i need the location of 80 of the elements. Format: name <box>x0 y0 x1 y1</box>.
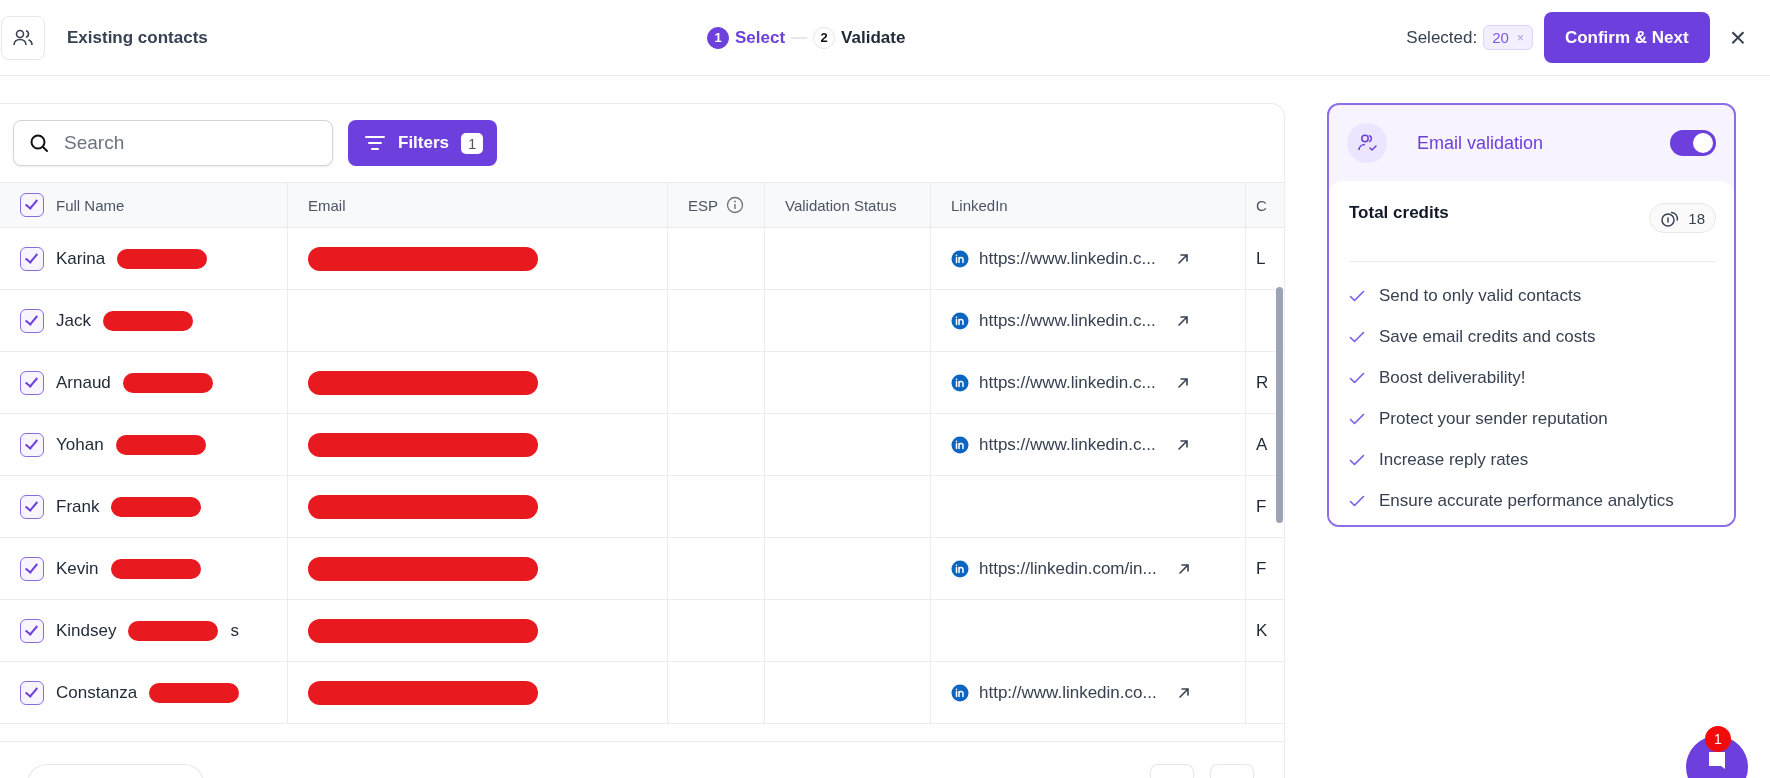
search-icon <box>29 133 49 153</box>
column-header: Validation Status <box>785 196 897 214</box>
linkedin-icon <box>951 373 969 392</box>
benefit-text: Increase reply rates <box>1379 450 1529 470</box>
step-tab[interactable]: 2 Validate <box>813 26 906 49</box>
check-icon <box>1349 412 1365 426</box>
check-icon <box>1349 330 1365 344</box>
table-cell: R <box>1256 372 1269 393</box>
benefit-text: Protect your sender reputation <box>1379 409 1608 429</box>
checkbox[interactable] <box>20 308 44 333</box>
linkedin-icon <box>951 249 969 268</box>
users-icon <box>1 15 45 60</box>
linkedin-icon <box>951 683 969 702</box>
benefit-text: Save email credits and costs <box>1379 327 1596 347</box>
close-button[interactable]: × <box>1729 21 1746 54</box>
checkbox[interactable] <box>20 618 44 643</box>
check-icon <box>1349 453 1365 467</box>
contact-name: Kindsey <box>56 620 117 641</box>
linkedin-link[interactable]: https://www.linkedin.c... <box>979 310 1156 331</box>
step-tab[interactable]: 1 Select <box>707 26 786 49</box>
contact-name: Constanza <box>56 682 138 703</box>
toggle-switch[interactable] <box>1670 130 1716 156</box>
contact-name: Karina <box>56 248 106 269</box>
confirm-button[interactable]: Confirm & Next <box>1543 12 1710 63</box>
column-header: ESP <box>688 196 718 214</box>
linkedin-icon <box>951 311 969 330</box>
checkbox[interactable] <box>20 246 44 271</box>
checkbox[interactable] <box>20 680 44 705</box>
check-icon <box>1349 289 1365 303</box>
linkedin-link[interactable]: https://www.linkedin.c... <box>979 372 1156 393</box>
selected-count-chip[interactable]: 20 × <box>1483 25 1533 50</box>
linkedin-icon <box>951 435 969 454</box>
linkedin-link[interactable]: https://www.linkedin.c... <box>979 434 1156 455</box>
table-cell: A <box>1256 434 1268 455</box>
linkedin-link[interactable]: https://www.linkedin.c... <box>979 248 1156 269</box>
linkedin-link[interactable]: http://www.linkedin.co... <box>979 682 1157 703</box>
external-link-icon[interactable] <box>1176 561 1191 576</box>
checkbox[interactable] <box>20 193 44 217</box>
benefit-text: Send to only valid contacts <box>1379 286 1582 306</box>
user-check-icon <box>1347 123 1387 163</box>
page-title: Existing contacts <box>67 27 209 48</box>
column-header: C <box>1256 196 1267 214</box>
checkbox[interactable] <box>20 432 44 457</box>
contact-name: s <box>230 620 239 641</box>
external-link-icon[interactable] <box>1176 685 1191 700</box>
contact-name: Arnaud <box>56 372 111 393</box>
external-link-icon[interactable] <box>1175 437 1190 452</box>
table-cell: F <box>1256 496 1267 517</box>
table-cell: K <box>1256 620 1268 641</box>
column-header: LinkedIn <box>951 196 1008 214</box>
checkbox[interactable] <box>20 494 44 519</box>
table-cell: F <box>1256 558 1267 579</box>
table-cell: L <box>1256 248 1266 269</box>
contact-name: Kevin <box>56 558 99 579</box>
vertical-scrollbar[interactable] <box>1276 287 1283 523</box>
check-icon <box>1349 494 1365 508</box>
checkbox[interactable] <box>20 556 44 581</box>
linkedin-icon <box>951 559 969 578</box>
check-icon <box>1349 371 1365 385</box>
column-header: Full Name <box>56 196 125 214</box>
benefit-text: Boost deliverability! <box>1379 368 1526 388</box>
column-header: Email <box>308 196 346 214</box>
notification-badge: 1 <box>1705 726 1731 752</box>
checkbox[interactable] <box>20 370 44 395</box>
external-link-icon[interactable] <box>1175 313 1190 328</box>
contact-name: Frank <box>56 496 100 517</box>
external-link-icon[interactable] <box>1175 375 1190 390</box>
filters-button[interactable]: Filters 1 <box>348 120 498 166</box>
credits-count: 18 <box>1688 209 1705 227</box>
external-link-icon[interactable] <box>1175 251 1190 266</box>
contact-name: Yohan <box>56 434 104 455</box>
contact-name: Jack <box>56 310 91 331</box>
benefit-text: Ensure accurate performance analytics <box>1379 491 1674 511</box>
panel-title: Email validation <box>1417 132 1544 154</box>
credits-label: Total credits <box>1349 203 1449 223</box>
linkedin-link[interactable]: https://linkedin.com/in... <box>979 558 1157 579</box>
selected-label: Selected: <box>1406 27 1478 48</box>
filter-icon <box>364 134 386 152</box>
search-field[interactable]: Search <box>13 120 333 166</box>
filter-count-badge: 1 <box>461 132 484 154</box>
